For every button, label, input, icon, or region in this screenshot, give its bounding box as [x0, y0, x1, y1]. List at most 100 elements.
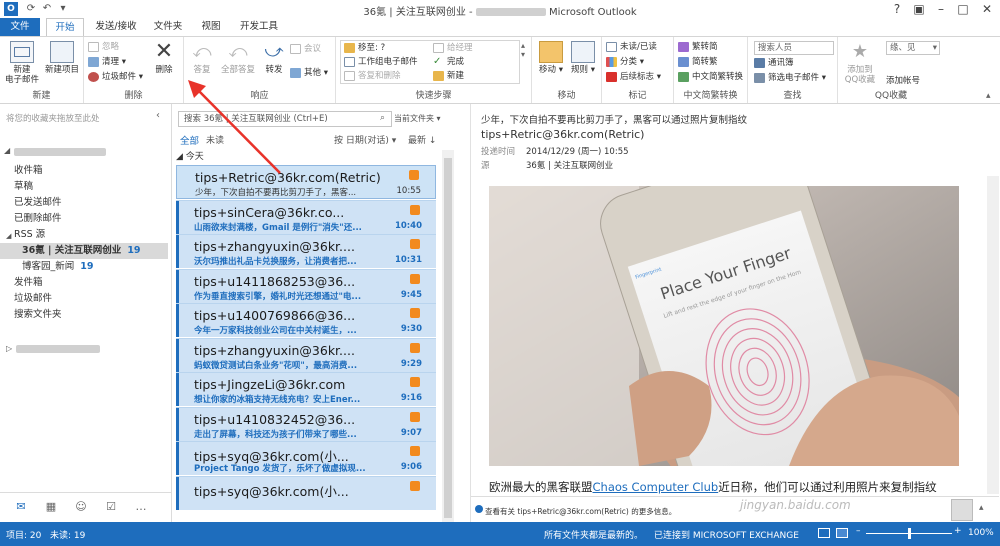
- search-people-input[interactable]: 搜索人员: [754, 41, 834, 55]
- people-info-text[interactable]: 查看有关 tips+Retric@36kr.com(Retric) 的更多信息。: [485, 506, 676, 517]
- reply-all-button[interactable]: ⤺ 全部答复: [218, 41, 258, 75]
- message-list-scroll-thumb[interactable]: [444, 158, 452, 518]
- quickstep-new[interactable]: 新建: [433, 70, 464, 83]
- group-respond: ⤺ 答复 ⤺ 全部答复 ⤻ 转发 会议 其他 ▾ 响应: [184, 37, 336, 103]
- ignore-icon: [88, 41, 99, 52]
- reply-button[interactable]: ⤺ 答复: [188, 41, 216, 75]
- message-item[interactable]: tips+u1410832452@36... 走出了屏幕，科技还为孩子们带来了哪些…: [176, 406, 436, 441]
- add-to-qq-button[interactable]: ★ 添加到 QQ收藏: [840, 41, 880, 85]
- group-label-find: 查找: [783, 91, 802, 101]
- close-button[interactable]: ✕: [974, 0, 1000, 18]
- unread-read-button[interactable]: 未读/已读: [606, 41, 657, 54]
- new-items-button[interactable]: 新建项目: [42, 41, 82, 75]
- message-item[interactable]: tips+u1411868253@36... 作为垂直搜索引擎，婚礼时光还想通过"…: [176, 268, 436, 303]
- account-expand-icon[interactable]: ◢: [4, 146, 10, 155]
- sent-label: 投递时间: [481, 147, 516, 157]
- cleanup-button[interactable]: 清理 ▾: [88, 56, 126, 69]
- group-header-today[interactable]: ◢ 今天: [176, 149, 204, 162]
- junk-button[interactable]: 垃圾邮件 ▾: [88, 71, 143, 84]
- quickstep-to-manager[interactable]: 给经理: [433, 42, 473, 55]
- junk-icon: [88, 71, 99, 82]
- message-item[interactable]: tips+syq@36kr.com(小...: [176, 475, 436, 510]
- ignore-button[interactable]: 忽略: [88, 41, 119, 54]
- message-sender[interactable]: tips+Retric@36kr.com(Retric): [481, 128, 644, 141]
- rules-button[interactable]: 规则 ▾: [568, 41, 598, 75]
- sort-order[interactable]: 最新 ↓: [408, 133, 436, 146]
- qq-account-select[interactable]: 缘、见 ▾: [886, 41, 940, 55]
- folder-rss[interactable]: RSS 源: [14, 227, 45, 243]
- folder-inbox[interactable]: 收件箱: [14, 163, 43, 179]
- folder-sent[interactable]: 已发送邮件: [14, 195, 62, 211]
- forward-button[interactable]: ⤻ 转发: [260, 41, 288, 75]
- contact-avatar[interactable]: [951, 499, 973, 521]
- folder-search[interactable]: 搜索文件夹: [14, 307, 62, 323]
- more-respond-button[interactable]: 其他 ▾: [290, 67, 328, 80]
- search-magnifier-icon[interactable]: ⌕: [380, 113, 385, 123]
- quicksteps-scroll-icon[interactable]: ▴ ▾: [521, 41, 525, 59]
- folder-outbox[interactable]: 发件箱: [14, 275, 43, 291]
- quickstep-reply-delete[interactable]: 答复和删除: [344, 70, 401, 83]
- tab-view[interactable]: 视图: [194, 18, 228, 36]
- address-book-button[interactable]: 通讯簿: [754, 57, 794, 70]
- zoom-slider-thumb[interactable]: [908, 528, 911, 539]
- message-item[interactable]: tips+syq@36kr.com(小... Project Tango 发货了，…: [176, 441, 436, 475]
- collapse-folder-pane-icon[interactable]: ‹: [156, 110, 160, 121]
- tasks-icon[interactable]: ☑: [104, 501, 118, 513]
- quickstep-done[interactable]: ✓ 完成: [433, 56, 464, 69]
- chaos-computer-club-link[interactable]: Chaos Computer Club: [593, 480, 719, 494]
- people-info-bar: 查看有关 tips+Retric@36kr.com(Retric) 的更多信息。…: [471, 496, 999, 522]
- trad-to-simp-button[interactable]: 繁转简: [678, 41, 718, 54]
- new-email-button[interactable]: 新建 电子邮件: [4, 41, 40, 85]
- mail-icon[interactable]: ✉: [14, 501, 28, 513]
- message-item[interactable]: tips+Retric@36kr.com(Retric) 少年，下次自拍不要再比剪…: [176, 165, 436, 199]
- folder-drafts[interactable]: 草稿: [14, 179, 33, 195]
- meeting-button[interactable]: 会议: [290, 43, 321, 56]
- collapse-ribbon-icon[interactable]: ▴: [986, 91, 991, 101]
- expand-people-pane-icon[interactable]: ▴: [979, 503, 984, 513]
- followup-button[interactable]: 后续标志 ▾: [606, 71, 661, 84]
- quickstep-move-to[interactable]: 移至: ?: [344, 42, 385, 55]
- message-time: 9:16: [400, 393, 422, 403]
- categorize-button[interactable]: 分类 ▾: [606, 56, 644, 69]
- calendar-icon[interactable]: ▦: [44, 501, 58, 513]
- tab-file[interactable]: 文件: [0, 18, 40, 36]
- new-items-icon: [50, 41, 74, 63]
- message-item[interactable]: tips+JingzeLi@36kr.com 想让你家的冰箱支持无线充电？安上En…: [176, 372, 436, 406]
- view-normal-icon[interactable]: [818, 528, 830, 538]
- search-scope-select[interactable]: 当前文件夹 ▾: [394, 111, 442, 127]
- zoom-in-icon[interactable]: +: [954, 526, 962, 536]
- view-reading-icon[interactable]: [836, 528, 848, 538]
- zoom-out-icon[interactable]: –: [856, 526, 861, 536]
- move-button[interactable]: 移动 ▾: [536, 41, 566, 75]
- filter-email-button[interactable]: 筛选电子邮件 ▾: [754, 72, 826, 85]
- zoom-level[interactable]: 100%: [968, 528, 994, 538]
- filter-all[interactable]: 全部: [180, 133, 199, 147]
- tab-developer[interactable]: 开发工具: [234, 18, 284, 36]
- message-item[interactable]: tips+zhangyuxin@36kr.... 蚂蚁微贷测试白条业务"花呗"，最…: [176, 337, 436, 372]
- quickstep-team-email[interactable]: 工作组电子邮件: [344, 56, 418, 69]
- message-item[interactable]: tips+u1400769866@36... 今年一万家科技创业公司在中关村诞生，…: [176, 303, 436, 337]
- maximize-button[interactable]: □: [950, 0, 976, 18]
- folder-deleted[interactable]: 已删除邮件: [14, 211, 62, 227]
- filter-unread[interactable]: 未读: [206, 133, 224, 146]
- tab-folder[interactable]: 文件夹: [148, 18, 188, 36]
- group-move: 移动 ▾ 规则 ▾ 移动: [532, 37, 602, 103]
- tab-send-receive[interactable]: 发送/接收: [88, 18, 144, 36]
- reading-pane-scrollbar[interactable]: [987, 176, 999, 494]
- account2-expand-icon[interactable]: ▷: [6, 344, 12, 353]
- people-icon[interactable]: ☺: [74, 501, 88, 513]
- rss-expand-icon[interactable]: ◢: [6, 232, 11, 240]
- message-item[interactable]: tips+zhangyuxin@36kr.... 沃尔玛推出礼品卡兑换服务，让消费…: [176, 234, 436, 268]
- search-input[interactable]: 搜索 36氪 | 关注互联网创业 (Ctrl+E): [178, 111, 392, 127]
- add-account-button[interactable]: 添加帐号: [886, 75, 920, 88]
- more-nav-icon[interactable]: …: [134, 501, 148, 513]
- message-item[interactable]: tips+sinCera@36kr.co... 山雨欲来封满楼，Gmail 是例行…: [176, 199, 436, 234]
- simp-to-trad-button[interactable]: 简转繁: [678, 56, 718, 69]
- sort-by-date[interactable]: 按 日期(对话) ▾: [334, 133, 396, 146]
- folder-cnblogs[interactable]: 博客园_新闻 19: [22, 259, 94, 275]
- folder-junk[interactable]: 垃圾邮件: [14, 291, 52, 307]
- tab-home[interactable]: 开始: [46, 18, 84, 36]
- chinese-convert-button[interactable]: 中文简繁转换: [678, 71, 743, 84]
- delete-button[interactable]: ✕ 删除: [148, 41, 180, 76]
- folder-36kr[interactable]: 36氪 | 关注互联网创业 19: [0, 243, 168, 259]
